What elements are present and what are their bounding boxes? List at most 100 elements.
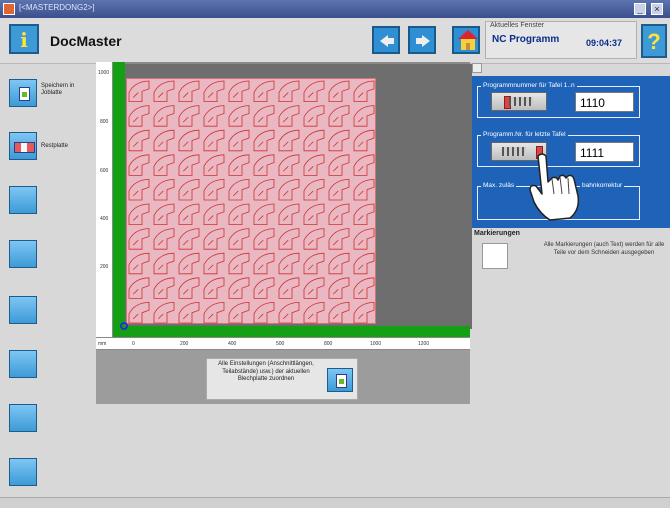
first-program-number-input[interactable]: 1110 [575,92,634,112]
nested-part [178,277,200,299]
nested-part [178,105,200,127]
home-icon [458,30,478,39]
nested-part [328,252,350,275]
sidebar-button-7[interactable] [9,404,37,432]
nested-part [153,277,175,299]
nested-part [278,277,300,299]
nested-part [328,105,350,127]
nested-part [253,252,275,275]
app-title: DocMaster [50,33,122,49]
nested-part [353,252,375,275]
path-correction-title-left: Max. zuläs [481,182,517,189]
status-bar [0,497,670,508]
nested-part [328,301,350,324]
panel-toggle[interactable] [472,63,482,73]
header: i DocMaster Aktuelles Fenster NC Program… [0,18,670,64]
sheet-edge-vertical [113,62,125,337]
arrow-right-icon [416,35,430,47]
nested-part [228,252,250,275]
nested-part [153,203,175,225]
path-correction-title-right: bahnkorrektur [580,182,625,189]
nested-part [128,228,150,250]
nested-part [203,277,225,299]
sidebar-button-6[interactable] [9,350,37,378]
parts-grid[interactable] [126,78,376,324]
origin-marker-icon [120,322,128,330]
parts-layout [128,80,375,324]
nested-part [303,105,325,127]
nested-part [203,154,225,176]
assign-settings-button[interactable] [327,368,353,392]
nested-part [253,129,275,152]
nested-part [128,178,150,201]
nested-part [253,154,275,176]
close-button[interactable]: × [651,3,663,15]
nested-part [128,301,150,324]
last-program-title: Programm.Nr. für letzte Tafel [481,131,568,138]
nested-part [328,228,350,250]
save-joblatte-button[interactable] [9,79,37,107]
app-icon [3,3,15,15]
nested-part [203,203,225,225]
nested-part [328,178,350,201]
nested-part [178,129,200,152]
nested-part [203,252,225,275]
nested-part [153,129,175,152]
first-program-button[interactable] [491,92,547,111]
nested-part [203,129,225,152]
nested-part [303,252,325,275]
minimize-button[interactable]: _ [634,3,646,15]
info-icon: i [20,28,28,52]
nested-part [153,154,175,176]
sheet-stack-icon [502,147,526,156]
sidebar-label-remnant: Restplatte [41,143,69,149]
nested-part [253,228,275,250]
nested-part [278,252,300,275]
sidebar-button-3[interactable] [9,186,37,214]
sidebar-button-4[interactable] [9,240,37,268]
nested-part [178,154,200,176]
nested-part [153,178,175,201]
nested-part [253,301,275,324]
sidebar-button-5[interactable] [9,296,37,324]
nested-part [228,277,250,299]
help-button[interactable]: ? [641,24,667,58]
window-title: [<MASTERDONG2>] [19,3,95,12]
title-bar: [<MASTERDONG2>] _ × [0,0,670,18]
markings-title: Markierungen [474,230,520,237]
save-doc-icon [19,87,30,101]
assign-doc-icon [336,374,347,388]
markings-checkbox[interactable] [482,243,508,269]
nested-part [278,301,300,324]
remnant-plate-icon [14,142,35,153]
nested-part [178,228,200,250]
nested-part [178,178,200,201]
nested-part [178,252,200,275]
nested-part [228,80,250,102]
nested-part [153,80,175,102]
clock: 09:04:37 [586,38,623,48]
nested-part [203,228,225,250]
nested-part [303,154,325,176]
nested-part [278,178,300,201]
nested-part [303,228,325,250]
nested-part [278,80,300,102]
home-button[interactable] [452,26,480,54]
nested-part [253,105,275,127]
nested-part [353,228,375,250]
remnant-plate-button[interactable] [9,132,37,160]
sidebar-button-8[interactable] [9,458,37,486]
nested-part [303,301,325,324]
markings-description: Alle Markierungen (auch Text) werden für… [543,242,665,256]
last-program-number-input[interactable]: 1111 [575,142,634,162]
info-button[interactable]: i [9,24,39,54]
assign-text: Alle Einstellungen (Anschnittlängen, Tei… [218,361,314,382]
back-button[interactable] [372,26,400,54]
nested-part [253,277,275,299]
nested-part [153,228,175,250]
nested-part [303,80,325,102]
nested-part [353,105,375,127]
nested-part [128,252,150,275]
forward-button[interactable] [408,26,436,54]
nested-part [278,154,300,176]
